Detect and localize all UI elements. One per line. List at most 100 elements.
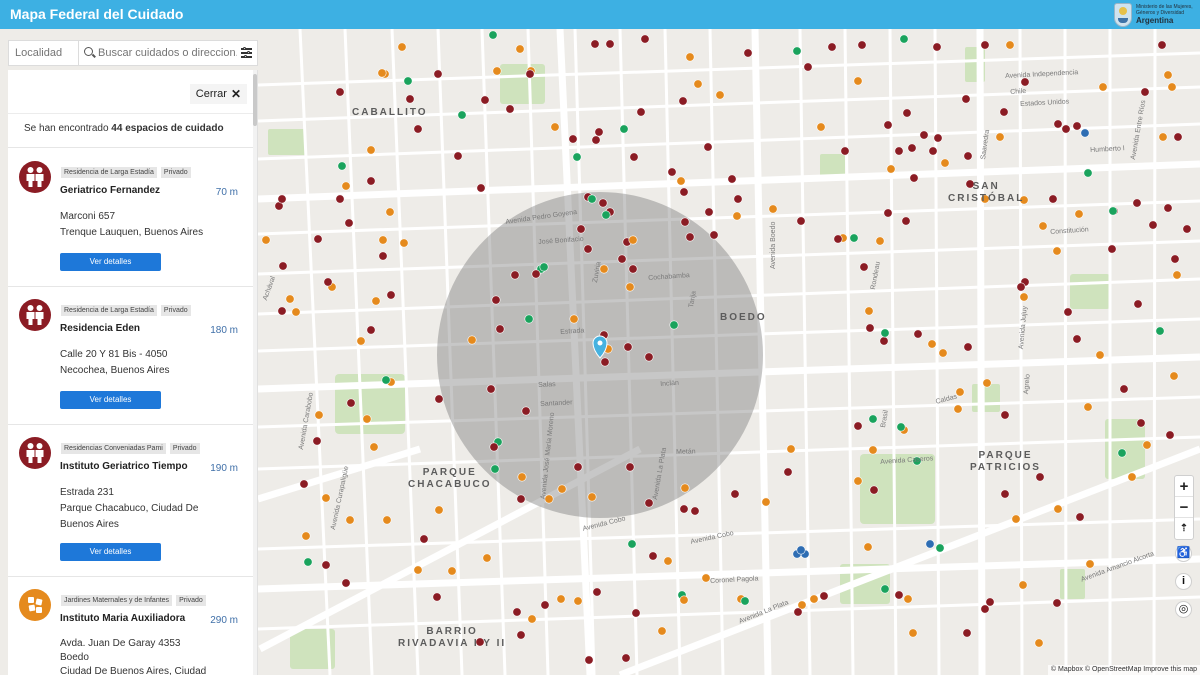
- residence-marker[interactable]: [1157, 40, 1167, 50]
- kindergarten-marker[interactable]: [701, 573, 711, 583]
- kindergarten-marker[interactable]: [366, 145, 376, 155]
- zoom-out-button[interactable]: −: [1175, 497, 1193, 518]
- residence-marker[interactable]: [1072, 121, 1082, 131]
- residence-marker[interactable]: [592, 587, 602, 597]
- card-title[interactable]: Instituto Maria Auxiliadora: [60, 613, 185, 624]
- care-space-marker[interactable]: [303, 557, 313, 567]
- kindergarten-marker[interactable]: [399, 238, 409, 248]
- residence-marker[interactable]: [1107, 244, 1117, 254]
- kindergarten-marker[interactable]: [1083, 402, 1093, 412]
- care-space-marker[interactable]: [1117, 448, 1127, 458]
- kindergarten-marker[interactable]: [1169, 371, 1179, 381]
- kindergarten-marker[interactable]: [1074, 209, 1084, 219]
- care-space-marker[interactable]: [896, 422, 906, 432]
- residence-marker[interactable]: [909, 173, 919, 183]
- kindergarten-marker[interactable]: [341, 181, 351, 191]
- kindergarten-marker[interactable]: [557, 484, 567, 494]
- residence-marker[interactable]: [853, 421, 863, 431]
- residence-marker[interactable]: [313, 234, 323, 244]
- residence-marker[interactable]: [1053, 119, 1063, 129]
- residence-marker[interactable]: [591, 135, 601, 145]
- kindergarten-marker[interactable]: [938, 348, 948, 358]
- care-space-marker[interactable]: [1155, 326, 1165, 336]
- view-details-button[interactable]: Ver detalles: [60, 543, 161, 561]
- residence-marker[interactable]: [1136, 418, 1146, 428]
- residence-marker[interactable]: [480, 95, 490, 105]
- residence-marker[interactable]: [685, 232, 695, 242]
- care-space-marker[interactable]: [740, 596, 750, 606]
- residence-marker[interactable]: [366, 325, 376, 335]
- kindergarten-marker[interactable]: [853, 476, 863, 486]
- residence-marker[interactable]: [980, 40, 990, 50]
- residence-marker[interactable]: [644, 352, 654, 362]
- kindergarten-marker[interactable]: [679, 595, 689, 605]
- residence-marker[interactable]: [598, 198, 608, 208]
- kindergarten-marker[interactable]: [1098, 82, 1108, 92]
- care-space-marker[interactable]: [935, 543, 945, 553]
- kindergarten-marker[interactable]: [556, 594, 566, 604]
- care-space-marker[interactable]: [1083, 168, 1093, 178]
- residence-marker[interactable]: [1163, 203, 1173, 213]
- kindergarten-marker[interactable]: [868, 445, 878, 455]
- locality-input[interactable]: [8, 40, 78, 66]
- kindergarten-marker[interactable]: [1038, 221, 1048, 231]
- residence-marker[interactable]: [883, 120, 893, 130]
- care-space-marker[interactable]: [880, 328, 890, 338]
- residence-marker[interactable]: [583, 244, 593, 254]
- kindergarten-marker[interactable]: [434, 505, 444, 515]
- kindergarten-marker[interactable]: [1085, 559, 1095, 569]
- kindergarten-marker[interactable]: [377, 68, 387, 78]
- kindergarten-marker[interactable]: [1142, 440, 1152, 450]
- residence-marker[interactable]: [733, 194, 743, 204]
- card-title[interactable]: Residencia Eden: [60, 323, 140, 334]
- residence-marker[interactable]: [594, 127, 604, 137]
- residence-marker[interactable]: [999, 107, 1009, 117]
- residence-marker[interactable]: [704, 207, 714, 217]
- residence-marker[interactable]: [640, 34, 650, 44]
- care-space-marker[interactable]: [524, 314, 534, 324]
- residence-marker[interactable]: [1016, 282, 1026, 292]
- residence-marker[interactable]: [803, 62, 813, 72]
- residence-marker[interactable]: [980, 604, 990, 614]
- residence-marker[interactable]: [341, 578, 351, 588]
- residence-marker[interactable]: [366, 176, 376, 186]
- residence-marker[interactable]: [793, 607, 803, 617]
- residence-marker[interactable]: [901, 216, 911, 226]
- kindergarten-marker[interactable]: [903, 594, 913, 604]
- residence-marker[interactable]: [568, 134, 578, 144]
- kindergarten-marker[interactable]: [356, 336, 366, 346]
- residence-marker[interactable]: [434, 394, 444, 404]
- residence-marker[interactable]: [1035, 472, 1045, 482]
- residence-marker[interactable]: [486, 384, 496, 394]
- residence-marker[interactable]: [859, 262, 869, 272]
- care-space-marker[interactable]: [669, 320, 679, 330]
- care-space-marker[interactable]: [457, 110, 467, 120]
- map-attribution[interactable]: © Mapbox © OpenStreetMap Improve this ma…: [1047, 665, 1200, 675]
- result-card[interactable]: Residencia de Larga Estadía Privado Resi…: [8, 287, 257, 425]
- residence-marker[interactable]: [600, 357, 610, 367]
- residence-marker[interactable]: [344, 218, 354, 228]
- residence-marker[interactable]: [573, 462, 583, 472]
- residence-marker[interactable]: [1075, 512, 1085, 522]
- kindergarten-marker[interactable]: [261, 235, 271, 245]
- other-marker[interactable]: [925, 539, 935, 549]
- kindergarten-marker[interactable]: [1011, 514, 1021, 524]
- kindergarten-marker[interactable]: [663, 556, 673, 566]
- care-space-marker[interactable]: [899, 34, 909, 44]
- compass-button[interactable]: ⇡: [1175, 518, 1193, 539]
- residence-marker[interactable]: [277, 306, 287, 316]
- view-details-button[interactable]: Ver detalles: [60, 391, 161, 409]
- kindergarten-marker[interactable]: [693, 79, 703, 89]
- kindergarten-marker[interactable]: [982, 378, 992, 388]
- residence-marker[interactable]: [743, 48, 753, 58]
- residence-marker[interactable]: [510, 270, 520, 280]
- care-space-marker[interactable]: [619, 124, 629, 134]
- care-space-marker[interactable]: [627, 539, 637, 549]
- kindergarten-marker[interactable]: [955, 387, 965, 397]
- card-title[interactable]: Geriatrico Fernandez: [60, 185, 160, 196]
- residence-marker[interactable]: [963, 342, 973, 352]
- residence-marker[interactable]: [321, 560, 331, 570]
- kindergarten-marker[interactable]: [1158, 132, 1168, 142]
- residence-marker[interactable]: [628, 264, 638, 274]
- residence-marker[interactable]: [963, 151, 973, 161]
